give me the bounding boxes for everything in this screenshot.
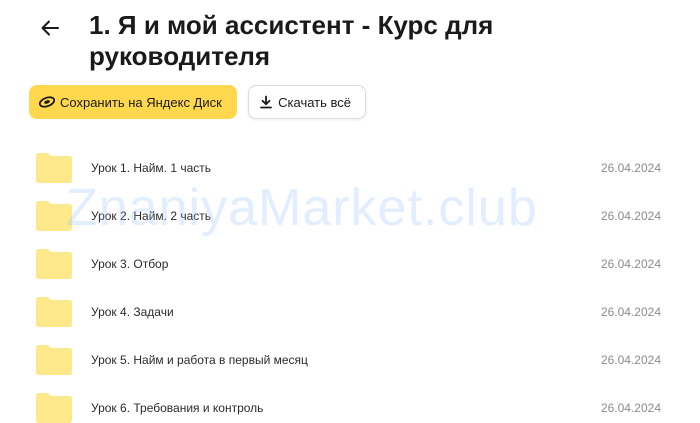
arrow-left-icon bbox=[41, 20, 59, 41]
download-icon bbox=[258, 93, 274, 111]
list-item[interactable]: Урок 1. Найм. 1 часть 26.04.2024 bbox=[0, 144, 700, 192]
download-button-label: Скачать всё bbox=[278, 94, 351, 110]
file-date: 26.04.2024 bbox=[600, 209, 661, 223]
list-item[interactable]: Урок 6. Требования и контроль 26.04.2024 bbox=[0, 384, 700, 423]
download-all-button[interactable]: Скачать всё bbox=[248, 85, 366, 119]
file-name: Урок 3. Отбор bbox=[91, 257, 169, 271]
list-item[interactable]: Урок 3. Отбор 26.04.2024 bbox=[0, 240, 700, 288]
file-date: 26.04.2024 bbox=[600, 401, 661, 415]
folder-icon bbox=[35, 392, 73, 423]
list-item[interactable]: Урок 2. Найм. 2 часть 26.04.2024 bbox=[0, 192, 700, 240]
list-item[interactable]: Урок 4. Задачи 26.04.2024 bbox=[0, 288, 700, 336]
file-name: Урок 1. Найм. 1 часть bbox=[91, 161, 211, 175]
action-bar: Сохранить на Яндекс Диск Скачать всё bbox=[29, 85, 366, 119]
file-list: Урок 1. Найм. 1 часть 26.04.2024 Урок 2.… bbox=[0, 144, 700, 423]
folder-icon bbox=[35, 248, 73, 280]
folder-icon bbox=[35, 152, 73, 184]
folder-icon bbox=[35, 200, 73, 232]
public-folder-page: 1. Я и мой ассистент - Курс для руководи… bbox=[0, 0, 700, 423]
yandex-disk-icon bbox=[38, 93, 56, 111]
file-date: 26.04.2024 bbox=[600, 353, 661, 367]
save-to-disk-button[interactable]: Сохранить на Яндекс Диск bbox=[29, 85, 237, 119]
file-date: 26.04.2024 bbox=[600, 161, 661, 175]
file-date: 26.04.2024 bbox=[600, 305, 661, 319]
file-name: Урок 6. Требования и контроль bbox=[91, 401, 264, 415]
back-button[interactable] bbox=[34, 14, 66, 46]
page-title: 1. Я и мой ассистент - Курс для руководи… bbox=[89, 10, 494, 71]
folder-icon bbox=[35, 344, 73, 376]
save-button-label: Сохранить на Яндекс Диск bbox=[60, 94, 222, 110]
file-name: Урок 4. Задачи bbox=[91, 305, 174, 319]
list-item[interactable]: Урок 5. Найм и работа в первый месяц 26.… bbox=[0, 336, 700, 384]
file-name: Урок 5. Найм и работа в первый месяц bbox=[91, 353, 308, 367]
file-name: Урок 2. Найм. 2 часть bbox=[91, 209, 211, 223]
folder-icon bbox=[35, 296, 73, 328]
file-date: 26.04.2024 bbox=[600, 257, 661, 271]
